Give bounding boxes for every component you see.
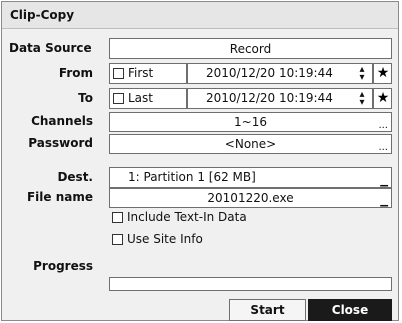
to-datetime-field[interactable]: 2010/12/20 10:19:44 ▴ ▾ — [187, 88, 373, 109]
password-value: <None> — [224, 137, 277, 151]
dropdown-marker-icon: ▁ — [380, 176, 388, 187]
dialog-title: Clip-Copy — [10, 8, 75, 22]
close-button[interactable]: Close — [308, 299, 392, 321]
more-icon: ... — [378, 120, 388, 131]
to-last-checkbox[interactable] — [113, 93, 124, 104]
data-source-value: Record — [229, 41, 272, 56]
from-first-field[interactable]: First — [109, 63, 187, 84]
progress-label: Progress — [33, 259, 93, 273]
channels-value: 1~16 — [234, 115, 267, 129]
use-site-info-label: Use Site Info — [127, 232, 203, 246]
clip-copy-dialog: Clip-Copy Data Source Record From First … — [1, 1, 399, 321]
use-site-info-checkbox[interactable] — [112, 234, 123, 245]
up-down-arrows-icon[interactable]: ▴ ▾ — [358, 65, 366, 83]
file-name-label: File name — [26, 190, 93, 204]
to-last-label: Last — [128, 91, 153, 105]
channels-field[interactable]: 1~16 ... — [109, 112, 392, 132]
data-source-field[interactable]: Record — [109, 38, 392, 59]
from-first-checkbox[interactable] — [113, 68, 124, 79]
to-label: To — [78, 91, 93, 105]
start-button[interactable]: Start — [229, 299, 306, 321]
input-marker-icon: ▁ — [380, 196, 388, 207]
from-label: From — [58, 66, 93, 80]
from-first-label: First — [128, 66, 154, 80]
include-text-in-label: Include Text-In Data — [127, 210, 247, 224]
password-label: Password — [28, 136, 93, 150]
progress-bar — [109, 277, 392, 291]
more-icon: ... — [378, 142, 388, 153]
title-bar: Clip-Copy — [2, 2, 398, 29]
dest-label: Dest. — [57, 170, 93, 184]
file-name-value: 20101220.exe — [207, 191, 294, 205]
from-datetime-value: 2010/12/20 10:19:44 — [206, 66, 333, 80]
up-down-arrows-icon[interactable]: ▴ ▾ — [358, 90, 366, 108]
to-datetime-value: 2010/12/20 10:19:44 — [206, 91, 333, 105]
dest-dropdown[interactable]: 1: Partition 1 [62 MB] ▁ — [109, 167, 392, 188]
include-text-in-checkbox[interactable] — [112, 212, 123, 223]
star-icon: ★ — [376, 90, 390, 106]
channels-label: Channels — [31, 114, 93, 128]
to-bookmark-button[interactable]: ★ — [373, 88, 392, 109]
password-field[interactable]: <None> ... — [109, 134, 392, 154]
dest-value: 1: Partition 1 [62 MB] — [128, 170, 256, 184]
data-source-label: Data Source — [9, 41, 92, 55]
to-last-field[interactable]: Last — [109, 88, 187, 109]
file-name-field[interactable]: 20101220.exe ▁ — [109, 188, 392, 208]
from-bookmark-button[interactable]: ★ — [373, 63, 392, 84]
from-datetime-field[interactable]: 2010/12/20 10:19:44 ▴ ▾ — [187, 63, 373, 84]
star-icon: ★ — [376, 65, 390, 81]
